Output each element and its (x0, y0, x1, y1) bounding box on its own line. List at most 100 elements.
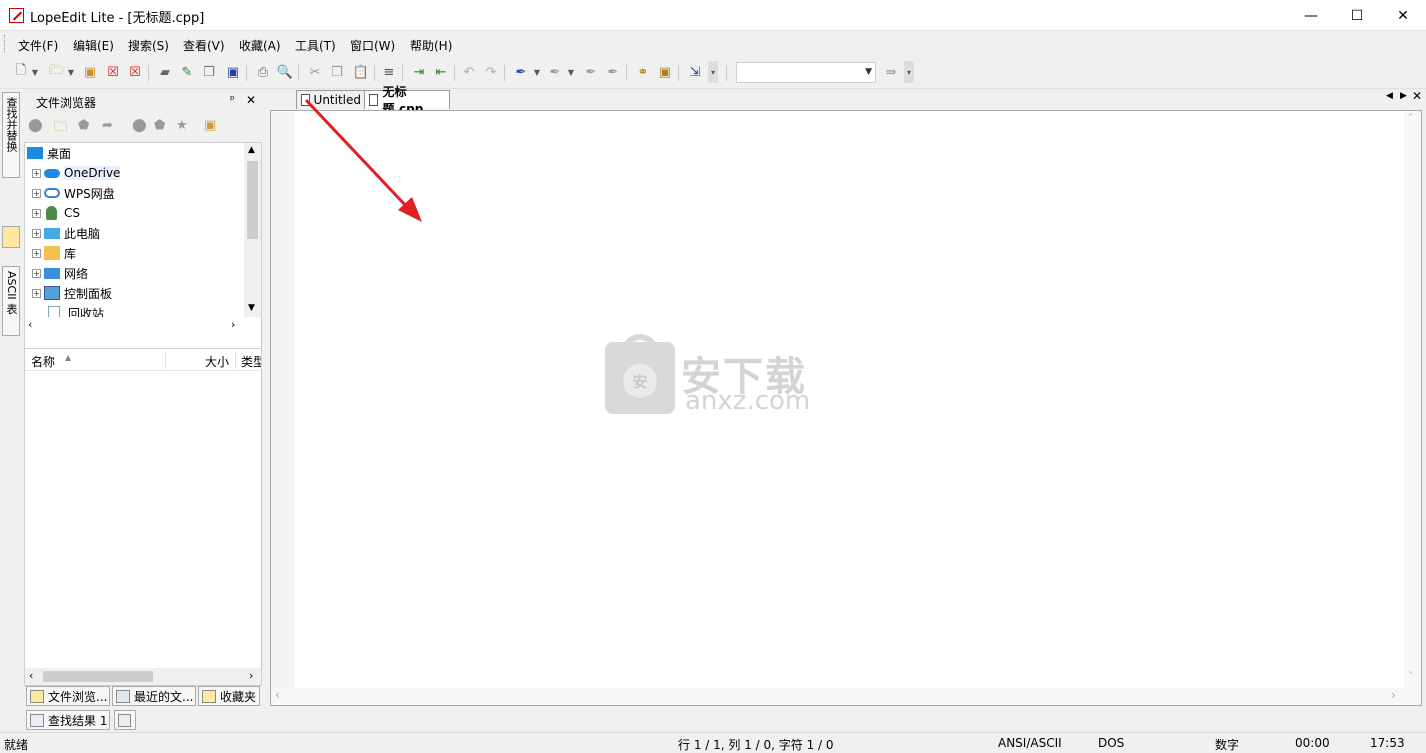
expand-icon[interactable]: + (32, 288, 41, 298)
tree-item-network[interactable]: + 网络 (32, 263, 88, 283)
star-icon[interactable]: ★ (176, 118, 192, 134)
toolbar-overflow-icon[interactable]: ▾ (708, 61, 718, 83)
save-icon[interactable]: ▰ (156, 63, 174, 81)
chevron-down-icon[interactable]: ▼ (865, 67, 872, 77)
column-type[interactable]: 类型 (241, 353, 261, 370)
scroll-right-icon[interactable]: › (1391, 688, 1396, 702)
menu-search[interactable]: 搜索(S) (128, 37, 169, 54)
replace-icon[interactable]: ✒ (604, 63, 622, 81)
scroll-down-icon[interactable]: ▼ (248, 303, 255, 313)
column-size[interactable]: 大小 (205, 353, 229, 370)
tab-active-file[interactable]: 无标题.cpp (364, 85, 450, 116)
copy-icon[interactable]: ❐ (328, 63, 346, 81)
tree-item-desktop[interactable]: 桌面 (27, 143, 71, 163)
properties-icon[interactable]: ▣ (204, 118, 220, 134)
close-file-icon[interactable]: ☒ (104, 63, 122, 81)
column-name[interactable]: 名称 (31, 353, 55, 370)
tab-find-replace[interactable]: 查找并替换 (2, 92, 20, 178)
editor-horizontal-scrollbar[interactable]: ‹ › (271, 688, 1421, 705)
scroll-right-icon[interactable]: › (231, 318, 235, 331)
print-preview-icon[interactable]: 🔍 (276, 63, 294, 81)
scroll-left-icon[interactable]: ‹ (28, 318, 32, 331)
toolbar-overflow-icon[interactable]: ▾ (904, 61, 914, 83)
tab-recent-files[interactable]: 最近的文... (112, 686, 196, 706)
find-prev-icon[interactable]: ✒ (582, 63, 600, 81)
scroll-left-icon[interactable]: ‹ (29, 669, 33, 682)
expand-icon[interactable]: + (32, 228, 41, 238)
paste-icon[interactable]: 📋 (352, 63, 370, 81)
close-all-icon[interactable]: ☒ (126, 63, 144, 81)
menu-tools[interactable]: 工具(T) (295, 37, 336, 54)
maximize-button[interactable]: ☐ (1334, 0, 1380, 31)
undo-icon[interactable]: ↶ (460, 63, 478, 81)
column-divider[interactable] (165, 351, 166, 369)
tree-horizontal-scrollbar[interactable]: ‹ › (25, 317, 261, 334)
expand-icon[interactable]: + (32, 188, 41, 198)
new-dropdown-icon[interactable]: ▼ (30, 63, 40, 81)
new-file-icon[interactable]: 🗋 (12, 63, 30, 81)
tab-binoculars[interactable] (2, 226, 20, 248)
scroll-up-icon[interactable]: ˄ (1408, 113, 1413, 124)
pin-icon[interactable]: ᵖ (230, 93, 235, 106)
open-recent-icon[interactable]: ▣ (81, 63, 99, 81)
refresh-icon[interactable]: ⬤ (132, 118, 148, 134)
close-button[interactable]: ✕ (1380, 0, 1426, 31)
menubar-grip[interactable] (4, 35, 7, 53)
run-icon[interactable]: ⇛ (882, 63, 900, 81)
tab-close-icon[interactable]: ✕ (1412, 89, 1422, 103)
save-copy-icon[interactable]: ▣ (224, 63, 242, 81)
binoculars-icon[interactable]: ⚭ (634, 63, 652, 81)
open-dropdown-icon[interactable]: ▼ (66, 63, 76, 81)
print-icon[interactable]: ⎙ (254, 63, 272, 81)
editor-vertical-scrollbar[interactable]: ˄ ˅ (1404, 111, 1421, 688)
file-list-horizontal-scrollbar[interactable]: ‹ › (25, 668, 261, 685)
panel-close-icon[interactable]: ✕ (246, 93, 256, 107)
outdent-icon[interactable]: ⇤ (432, 63, 450, 81)
line-gutter[interactable] (271, 111, 295, 705)
tab-find-results-2[interactable] (114, 710, 136, 730)
tree-item-onedrive[interactable]: + OneDrive (32, 163, 121, 183)
up-folder-icon[interactable]: ➦ (102, 118, 118, 134)
minimize-button[interactable]: — (1288, 0, 1334, 31)
menu-file[interactable]: 文件(F) (18, 37, 58, 54)
tab-ascii-table[interactable]: ASCII 表 (2, 266, 20, 336)
align-icon[interactable]: ≡ (380, 63, 398, 81)
tree-vertical-scrollbar[interactable]: ▲ ▼ (244, 143, 261, 317)
forward-icon[interactable]: ⬟ (78, 118, 94, 134)
open-folder-icon[interactable]: 🗁 (48, 63, 66, 81)
scroll-up-icon[interactable]: ▲ (248, 145, 255, 155)
find-dropdown-icon[interactable]: ▼ (532, 63, 542, 81)
expand-icon[interactable]: + (32, 208, 41, 218)
tab-file-browser[interactable]: 文件浏览... (26, 686, 110, 706)
tab-favorites[interactable]: 收藏夹 (198, 686, 260, 706)
toolbar-combo[interactable]: ▼ (736, 62, 876, 83)
folder-icon[interactable]: 🗀 (54, 118, 70, 135)
expand-icon[interactable]: + (32, 248, 41, 258)
menu-edit[interactable]: 编辑(E) (73, 37, 114, 54)
tab-find-results-1[interactable]: 查找结果 1 (26, 710, 110, 730)
menu-window[interactable]: 窗口(W) (350, 37, 395, 54)
menu-help[interactable]: 帮助(H) (410, 37, 452, 54)
code-editor[interactable]: ˄ ˅ ‹ › (270, 110, 1422, 706)
redo-icon[interactable]: ↷ (482, 63, 500, 81)
expand-icon[interactable]: + (32, 168, 41, 178)
indent-icon[interactable]: ⇥ (410, 63, 428, 81)
cut-icon[interactable]: ✂ (306, 63, 324, 81)
column-divider[interactable] (235, 351, 236, 369)
tab-scroll-left-icon[interactable]: ◀ (1386, 91, 1393, 101)
scroll-down-icon[interactable]: ˅ (1408, 671, 1413, 682)
tree-item-wps[interactable]: + WPS网盘 (32, 183, 115, 203)
scroll-thumb[interactable] (247, 161, 258, 239)
find-icon[interactable]: ✒ (512, 63, 530, 81)
find-next-icon[interactable]: ✒ (546, 63, 564, 81)
back-icon[interactable]: ⬤ (28, 118, 44, 134)
filter-icon[interactable]: ⬟ (154, 118, 170, 134)
menu-view[interactable]: 查看(V) (183, 37, 225, 54)
find-next-dropdown-icon[interactable]: ▼ (566, 63, 576, 81)
find-in-files-icon[interactable]: ▣ (656, 63, 674, 81)
goto-icon[interactable]: ⇲ (686, 63, 704, 81)
expand-icon[interactable]: + (32, 268, 41, 278)
tab-untitled[interactable]: Untitled (296, 90, 368, 109)
tree-item-library[interactable]: + 库 (32, 243, 76, 263)
save-all-icon[interactable]: ❐ (200, 63, 218, 81)
